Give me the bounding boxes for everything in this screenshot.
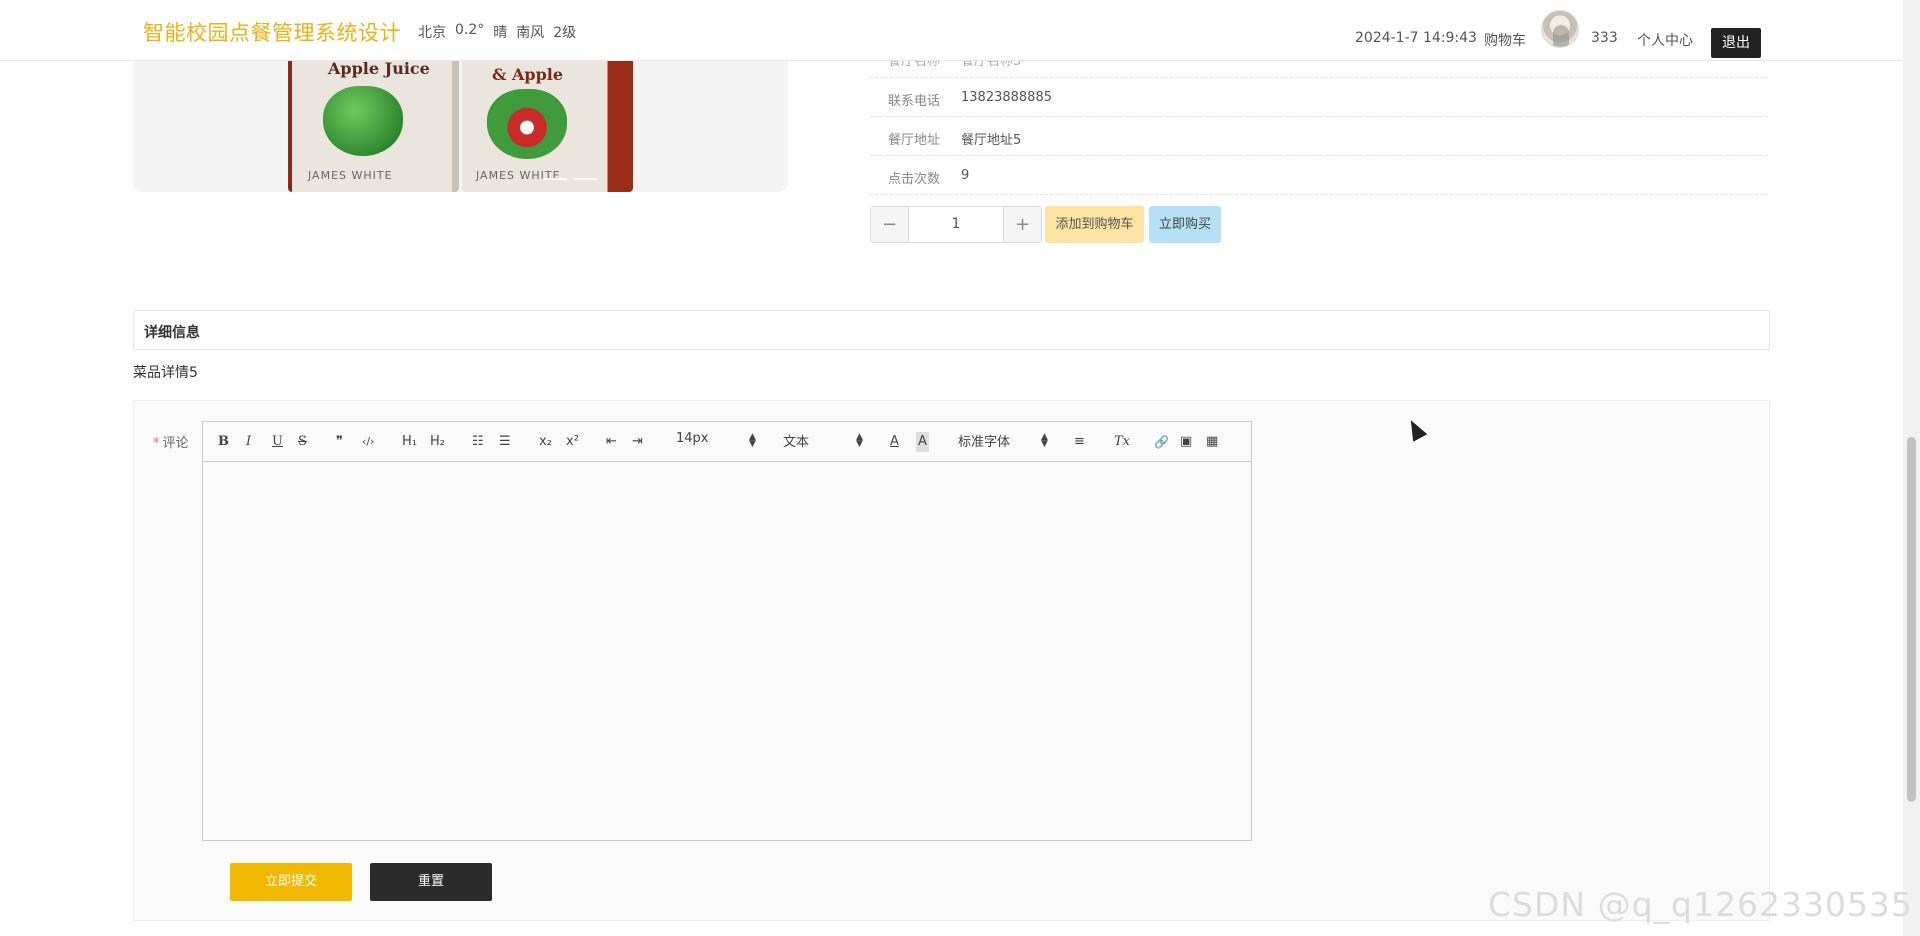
logout-button[interactable]: 退出 (1711, 28, 1761, 58)
bullet-list-icon[interactable]: ☰ (499, 432, 511, 452)
weather-level: 2级 (553, 25, 577, 41)
font-family-picker[interactable]: 标准字体 ▲ ▼ (958, 431, 1050, 451)
ordered-list-icon[interactable]: ☷ (472, 432, 484, 452)
increase-quantity-button[interactable]: + (1003, 207, 1041, 242)
quantity-stepper[interactable]: − 1 + (870, 206, 1042, 243)
rich-text-editor[interactable]: B I U S ❞ ‹/› H₁ H₂ ☷ ☰ x₂ x² ⇤ ⇥ 14px ▲… (202, 421, 1252, 841)
details-title: 详细信息 (144, 325, 200, 341)
add-to-cart-button[interactable]: 添加到购物车 (1045, 206, 1144, 243)
details-section-header: 详细信息 (133, 310, 1770, 350)
bottle-label-text: Apple Juice (328, 61, 430, 78)
link-icon[interactable]: 🔗 (1154, 432, 1169, 452)
green-apple-graphic (323, 86, 403, 156)
weather-city: 北京 (418, 25, 446, 41)
brand-label: JAMES WHITE (476, 169, 561, 182)
code-block-icon[interactable]: ‹/› (362, 432, 375, 452)
watermark: CSDN @q_q1262330535 (1488, 885, 1913, 924)
scrollbar-thumb[interactable] (1907, 437, 1916, 802)
blockquote-icon[interactable]: ❞ (336, 432, 343, 452)
personal-center-link[interactable]: 个人中心 (1637, 30, 1693, 50)
dish-details-text: 菜品详情5 (133, 365, 198, 381)
italic-icon[interactable]: I (246, 432, 251, 452)
username[interactable]: 333 (1591, 30, 1618, 46)
info-row-clicks: 点击次数 9 (870, 156, 1768, 195)
indent-icon[interactable]: ⇥ (632, 432, 643, 452)
header-value: 文本 (783, 435, 810, 450)
strikethrough-icon[interactable]: S (298, 432, 307, 452)
picker-arrows-icon: ▲ ▼ (749, 432, 756, 449)
cut-apple-graphic (487, 89, 567, 159)
reset-button[interactable]: 重置 (370, 863, 492, 901)
info-label: 联系电话 (888, 94, 941, 109)
font-size-value: 14px (676, 431, 709, 446)
bold-icon[interactable]: B (218, 432, 229, 452)
juice-bottle-left: Apple Juice JAMES WHITE (288, 61, 459, 192)
decrease-quantity-button[interactable]: − (871, 207, 909, 242)
weather-wind: 南风 (516, 25, 545, 41)
cart-link[interactable]: 购物车 (1484, 30, 1526, 50)
header-picker[interactable]: 文本 ▲ ▼ (783, 431, 865, 451)
picker-arrows-icon: ▲ ▼ (856, 432, 863, 449)
site-logo[interactable]: 智能校园点餐管理系统设计 (143, 17, 401, 47)
clear-format-icon[interactable]: Tx (1114, 432, 1130, 452)
weather-widget: 北京 0.2° 晴 南风 2级 (418, 22, 576, 42)
juice-bottle-right: & Apple JAMES WHITE (462, 61, 633, 192)
heading-1-icon[interactable]: H₁ (402, 432, 417, 452)
picker-arrows-icon: ▲ ▼ (1041, 432, 1048, 449)
weather-condition: 晴 (493, 25, 508, 41)
background-color-icon[interactable]: A (916, 432, 929, 452)
info-label: 餐厅地址 (888, 133, 941, 148)
comment-form: * 评论 B I U S ❞ ‹/› H₁ H₂ ☷ ☰ x₂ x² ⇤ ⇥ 14… (133, 400, 1770, 921)
underline-icon[interactable]: U (272, 432, 283, 452)
page-scrollbar[interactable] (1903, 0, 1920, 936)
comment-textarea[interactable] (203, 462, 1251, 840)
text-color-icon[interactable]: A (890, 432, 899, 452)
editor-toolbar: B I U S ❞ ‹/› H₁ H₂ ☷ ☰ x₂ x² ⇤ ⇥ 14px ▲… (203, 422, 1251, 462)
brand-label: JAMES WHITE (308, 169, 393, 182)
top-header: 智能校园点餐管理系统设计 北京 0.2° 晴 南风 2级 2024-1-7 14… (0, 0, 1903, 61)
submit-button[interactable]: 立即提交 (230, 863, 352, 901)
superscript-icon[interactable]: x² (566, 432, 579, 452)
comment-label: * 评论 (153, 436, 189, 451)
info-value: 9 (961, 168, 970, 183)
info-value: 餐厅地址5 (961, 133, 1022, 148)
video-icon[interactable]: ▦ (1206, 432, 1218, 452)
subscript-icon[interactable]: x₂ (539, 432, 552, 452)
align-icon[interactable]: ≡ (1074, 432, 1085, 452)
bottle-label-text: & Apple (492, 65, 564, 84)
current-datetime: 2024-1-7 14:9:43 (1355, 30, 1477, 46)
font-family-value: 标准字体 (958, 435, 1011, 450)
buy-now-button[interactable]: 立即购买 (1149, 206, 1221, 243)
font-size-picker[interactable]: 14px ▲ ▼ (676, 431, 758, 449)
info-label: 点击次数 (888, 172, 941, 187)
user-avatar[interactable] (1541, 10, 1579, 48)
image-icon[interactable]: ▣ (1180, 432, 1192, 452)
quantity-input[interactable]: 1 (909, 207, 1003, 242)
product-image-carousel[interactable]: Apple Juice JAMES WHITE & Apple JAMES WH… (133, 61, 788, 192)
info-row-phone: 联系电话 13823888885 (870, 78, 1768, 117)
heading-2-icon[interactable]: H₂ (430, 432, 445, 452)
carousel-indicators[interactable] (543, 178, 597, 180)
outdent-icon[interactable]: ⇤ (606, 432, 617, 452)
weather-temp: 0.2° (455, 22, 485, 38)
info-row-address: 餐厅地址 餐厅地址5 (870, 117, 1768, 156)
info-value: 13823888885 (961, 90, 1052, 105)
